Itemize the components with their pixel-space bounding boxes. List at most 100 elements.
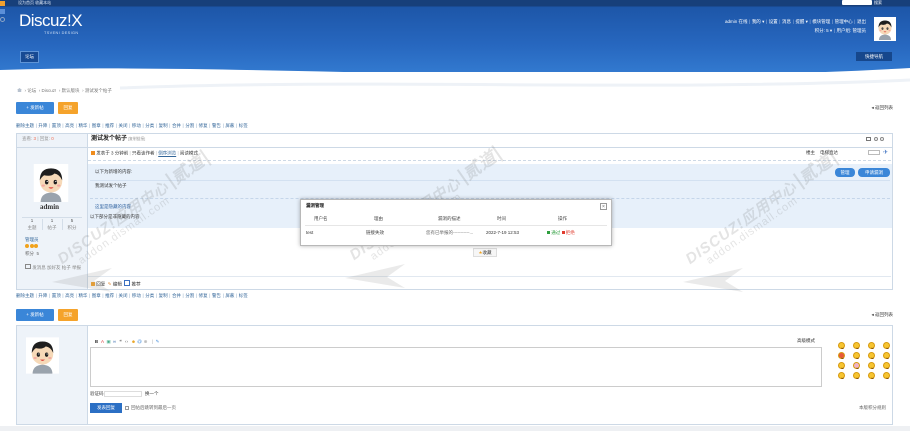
smiley-icon[interactable]	[868, 342, 875, 349]
bold-icon[interactable]: B	[94, 339, 99, 344]
apply-bug-button[interactable]: 申请漏洞	[858, 168, 890, 177]
author-action-links[interactable]: 发消息 加好友 帖子 举报	[32, 265, 81, 270]
advanced-mode-link[interactable]: 高级模式	[797, 338, 815, 344]
mod-tool-bottom-15[interactable]: 警告	[208, 293, 221, 298]
mod-tool-bottom-1[interactable]: 删除主题	[16, 293, 34, 298]
stat-posts-value[interactable]: 1	[42, 218, 62, 224]
user-meta-item-2[interactable]: 用户组: 管理员	[832, 28, 866, 33]
approve-link[interactable]: 通过	[551, 230, 560, 235]
print-icon[interactable]	[866, 137, 871, 141]
smiley-icon[interactable]	[853, 352, 860, 359]
at-icon[interactable]: @	[137, 339, 142, 344]
mod-tool-4[interactable]: 高亮	[61, 123, 74, 128]
float-tool-icon[interactable]	[0, 17, 5, 22]
user-link-6[interactable]: 模块管理	[808, 19, 830, 24]
mod-tool-2[interactable]: 升降	[34, 123, 47, 128]
user-meta-item-1[interactable]: 积分: 5 ▾	[815, 28, 833, 33]
code-icon[interactable]: ‹›	[124, 339, 129, 344]
home-icon[interactable]	[17, 88, 22, 92]
nav-forum[interactable]: 论坛	[20, 51, 39, 63]
mod-tool-bottom-14[interactable]: 修复	[194, 293, 207, 298]
mod-tool-6[interactable]: 图章	[87, 123, 100, 128]
reply-icon[interactable]	[91, 282, 95, 286]
edit-pen-icon[interactable]: ✎	[155, 339, 160, 344]
mod-tool-13[interactable]: 分割	[181, 123, 194, 128]
new-thread-button[interactable]: + 发新帖	[16, 102, 54, 114]
smiley-icon[interactable]	[883, 362, 890, 369]
quick-nav-button[interactable]: 快捷导航	[856, 52, 892, 61]
mod-tool-bottom-2[interactable]: 升降	[34, 293, 47, 298]
stat-credits-value[interactable]: 5	[62, 218, 82, 224]
smiley-icon[interactable]	[883, 342, 890, 349]
new-thread-button-bottom[interactable]: + 发新帖	[16, 309, 54, 321]
user-link-5[interactable]: 提醒 ▾	[791, 19, 808, 24]
mod-tool-11[interactable]: 复制	[154, 123, 167, 128]
captcha-input[interactable]	[104, 391, 142, 397]
mod-tool-3[interactable]: 置顶	[47, 123, 60, 128]
only-author-link[interactable]: 只看该作者	[132, 151, 155, 156]
mod-tool-9[interactable]: 移动	[128, 123, 141, 128]
top-search-input[interactable]	[842, 0, 872, 5]
back-to-list-link-bottom[interactable]: ◂ 返回列表	[871, 312, 893, 318]
mod-tool-bottom-17[interactable]: 标签	[234, 293, 247, 298]
mod-tool-1[interactable]: 删除主题	[16, 123, 34, 128]
mod-tool-bottom-16[interactable]: 屏蔽	[221, 293, 234, 298]
header-avatar[interactable]	[874, 17, 896, 41]
favorite-button[interactable]: ★收藏	[473, 248, 497, 257]
mod-tool-bottom-8[interactable]: 关闭	[114, 293, 127, 298]
user-link-8[interactable]: 退出	[853, 19, 866, 24]
smiley-icon[interactable]	[868, 372, 875, 379]
post-recommend-link[interactable]: 推荐	[132, 282, 141, 287]
read-mode-link[interactable]: 阅读模式	[180, 151, 198, 156]
user-link-3[interactable]: 设置	[764, 19, 777, 24]
post-reply-link[interactable]: 回复	[96, 282, 105, 287]
reject-link[interactable]: 拒绝	[566, 230, 575, 235]
font-color-icon[interactable]: A	[100, 339, 105, 344]
reverse-order-link[interactable]: 倒序浏览	[158, 151, 176, 156]
float-tool-icon[interactable]	[0, 1, 5, 6]
quote-icon[interactable]: ❝	[118, 339, 123, 344]
smiley-icon[interactable]	[853, 342, 860, 349]
next-thread-icon[interactable]	[880, 137, 884, 141]
mod-tool-10[interactable]: 分类	[141, 123, 154, 128]
mod-tool-bottom-13[interactable]: 分割	[181, 293, 194, 298]
user-link-2[interactable]: 我的 ▾	[747, 19, 764, 24]
breadcrumb-site[interactable]: Discuz!	[42, 88, 57, 93]
smiley-icon[interactable]	[838, 342, 845, 349]
mod-tool-5[interactable]: 精华	[74, 123, 87, 128]
shy-icon[interactable]	[853, 362, 860, 369]
reply-button-bottom[interactable]: 回复	[58, 309, 78, 321]
mod-tool-bottom-9[interactable]: 移动	[128, 293, 141, 298]
prev-thread-icon[interactable]	[874, 137, 878, 141]
smiley-icon[interactable]	[868, 362, 875, 369]
mod-tool-15[interactable]: 警告	[208, 123, 221, 128]
mod-tool-17[interactable]: 标签	[234, 123, 247, 128]
reply-button[interactable]: 回复	[58, 102, 78, 114]
mod-tool-bottom-4[interactable]: 高亮	[61, 293, 74, 298]
stat-threads-value[interactable]: 1	[22, 218, 42, 224]
recommend-icon[interactable]	[124, 280, 131, 286]
mod-tool-bottom-7[interactable]: 推荐	[101, 293, 114, 298]
mod-tool-bottom-3[interactable]: 置顶	[47, 293, 60, 298]
smiley-icon[interactable]	[838, 372, 845, 379]
manage-button[interactable]: 管理	[835, 168, 855, 177]
mod-tool-bottom-6[interactable]: 图章	[87, 293, 100, 298]
top-search-button[interactable]: 搜索	[874, 0, 882, 5]
author-name[interactable]: admin	[40, 204, 59, 211]
smiley-icon[interactable]	[868, 352, 875, 359]
credit-rules-link[interactable]: 本版积分规则	[859, 405, 886, 411]
captcha-change-link[interactable]: 换一个	[145, 391, 159, 397]
topbar-links[interactable]: 设为首页 收藏本站	[18, 0, 51, 5]
mod-tool-bottom-11[interactable]: 复制	[154, 293, 167, 298]
float-tool-icon[interactable]	[0, 9, 5, 14]
submit-reply-button[interactable]: 发表回复	[90, 403, 122, 413]
user-link-1[interactable]: admin 在线	[725, 19, 748, 24]
author-group[interactable]: 管理员	[25, 237, 39, 243]
mod-tool-14[interactable]: 修复	[194, 123, 207, 128]
jump-floor-input[interactable]	[868, 150, 880, 155]
mod-tool-16[interactable]: 屏蔽	[221, 123, 234, 128]
post-edit-link[interactable]: 编辑	[113, 282, 122, 287]
message-icon[interactable]	[25, 264, 31, 269]
reply-textarea[interactable]	[90, 347, 822, 387]
smiley-icon[interactable]	[883, 372, 890, 379]
